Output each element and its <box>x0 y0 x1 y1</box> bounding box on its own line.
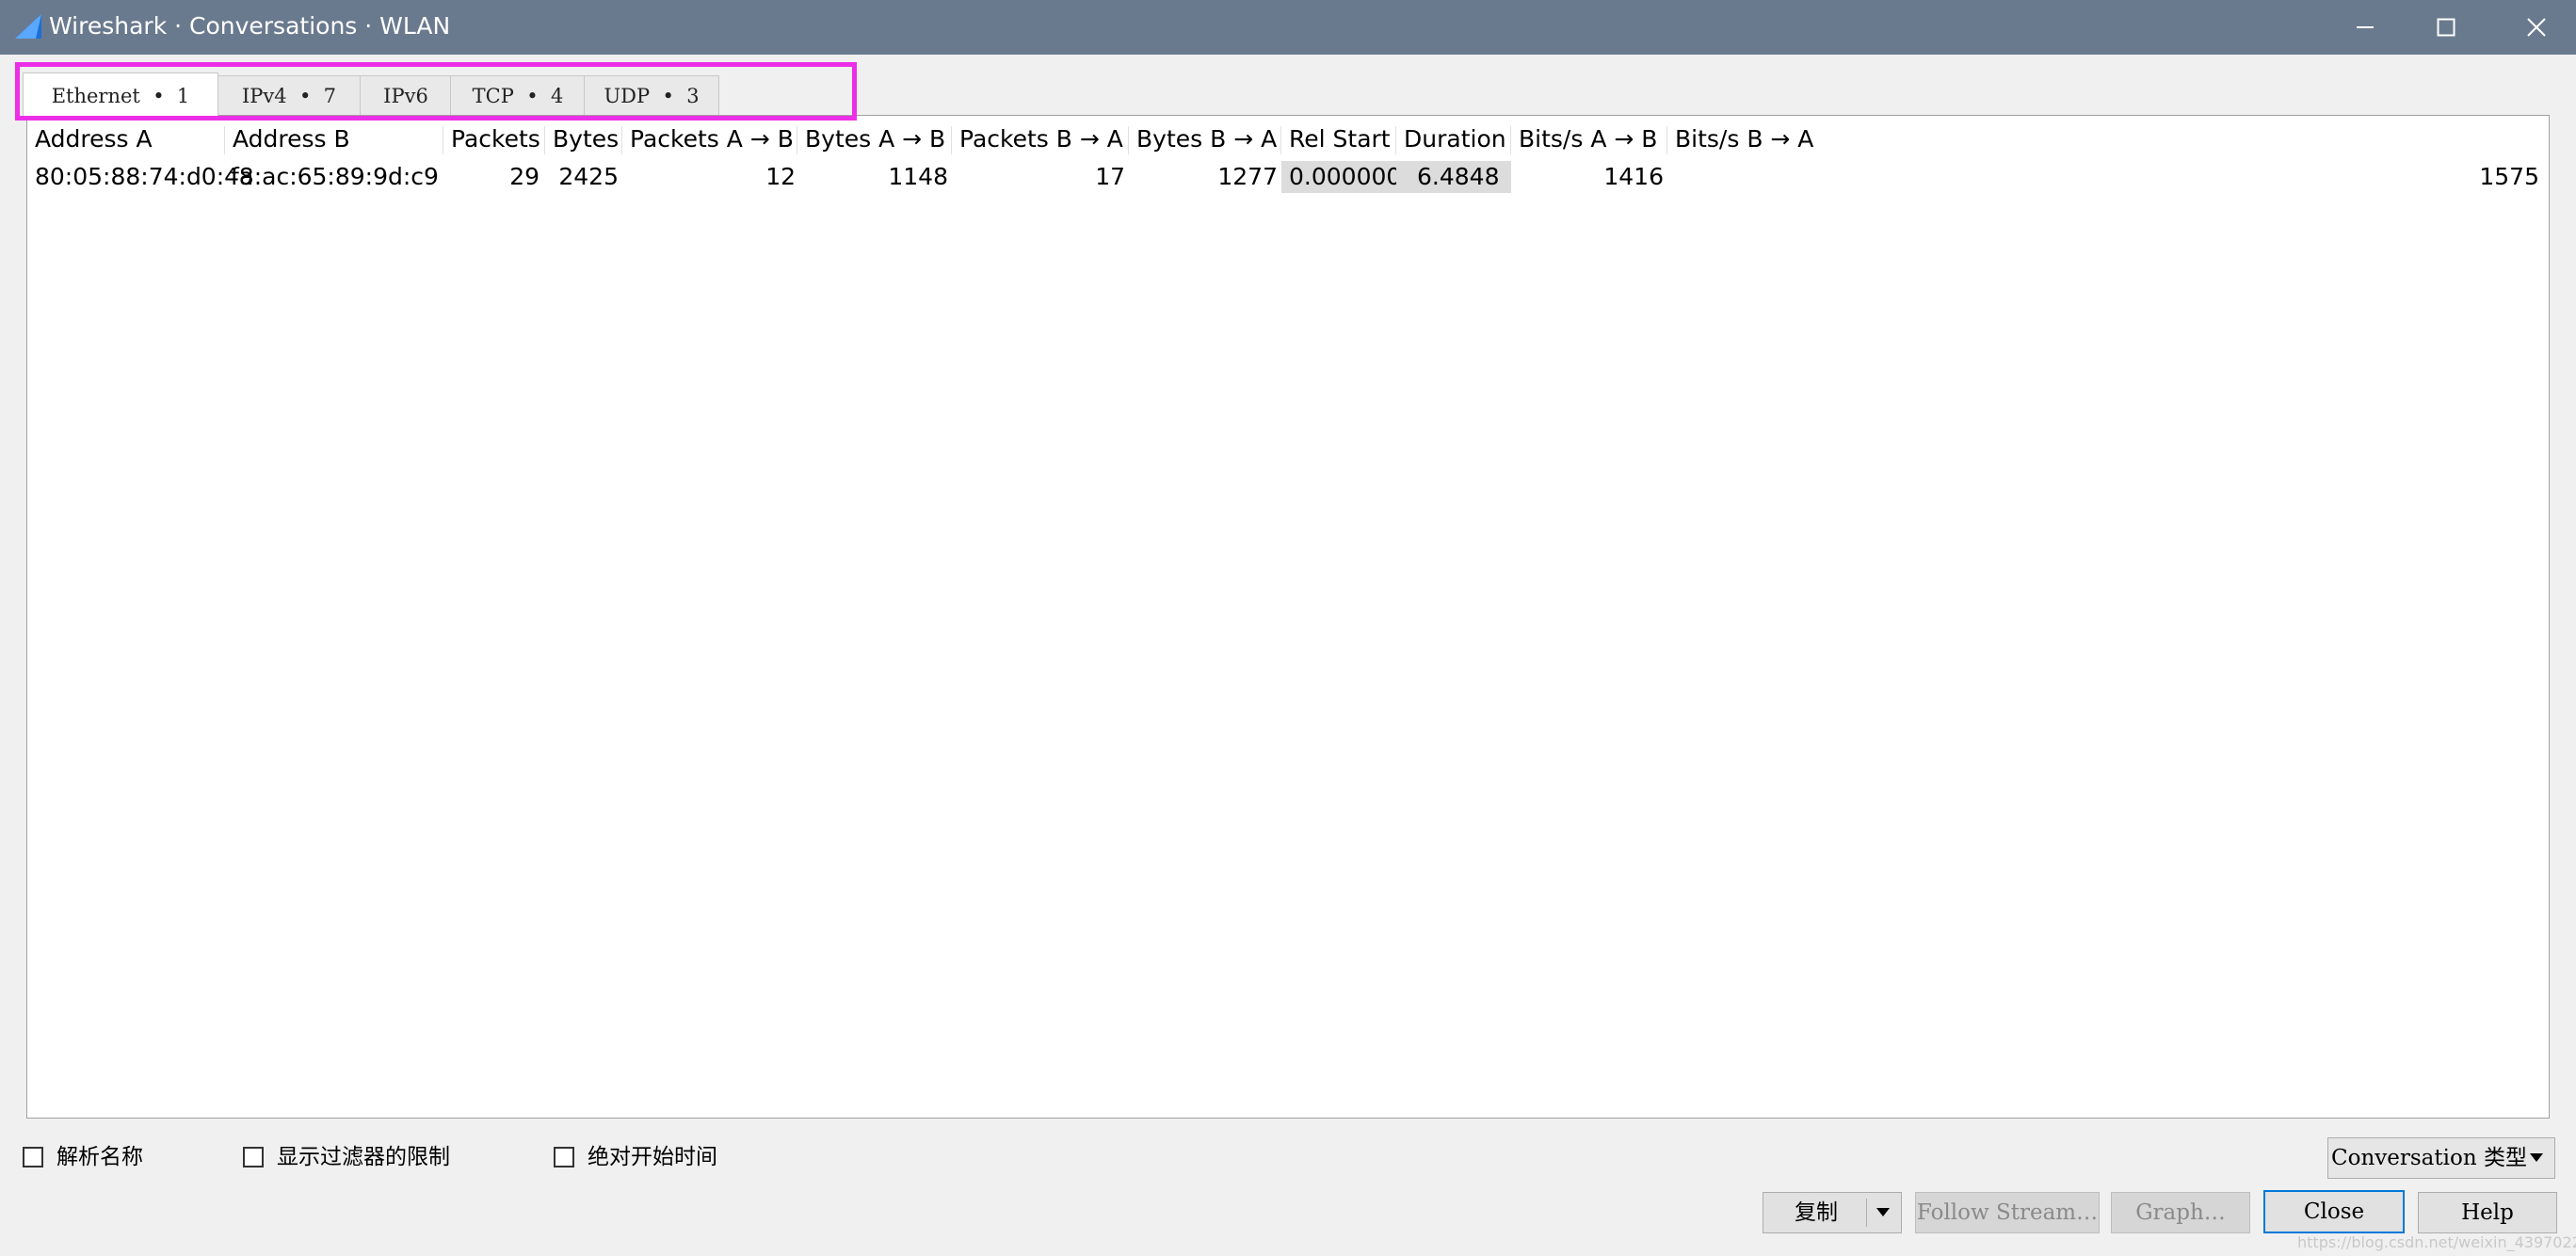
window-title: Wireshark · Conversations · WLAN <box>49 12 451 40</box>
highlight-annotation-box <box>15 62 857 121</box>
split-divider <box>1866 1199 1867 1227</box>
conversation-type-dropdown[interactable]: Conversation 类型 <box>2327 1137 2555 1179</box>
column-header-bits-b-a[interactable]: Bits/s B → A <box>1667 122 1846 156</box>
column-header-address-b[interactable]: Address B <box>225 122 443 156</box>
copy-label: 复制 <box>1795 1200 1838 1225</box>
resolve-names-label: 解析名称 <box>56 1145 143 1169</box>
column-header-label: Packets B → A <box>959 125 1123 153</box>
column-header-label: Bits/s B → A <box>1675 125 1814 153</box>
chevron-down-icon <box>2530 1153 2543 1162</box>
column-header-packets-a-b[interactable]: Packets A → B <box>622 122 797 156</box>
absolute-start-time-option[interactable]: 绝对开始时间 <box>554 1143 717 1171</box>
limit-to-filter-label: 显示过滤器的限制 <box>277 1145 450 1169</box>
column-header-label: Address B <box>233 125 350 153</box>
column-header-bytes-a-b[interactable]: Bytes A → B <box>797 122 952 156</box>
cell-bits-b-a: 1575 <box>2479 163 2539 190</box>
column-header-bytes-b-a[interactable]: Bytes B → A <box>1129 122 1281 156</box>
maximize-button[interactable] <box>2403 0 2489 55</box>
minimize-icon <box>2357 26 2374 28</box>
wireshark-fin-icon <box>15 14 41 39</box>
help-button[interactable]: Help <box>2418 1192 2557 1233</box>
column-header-packets[interactable]: Packets <box>443 122 545 156</box>
column-header-label: Bytes A → B <box>805 125 946 153</box>
column-header-bytes[interactable]: Bytes <box>545 122 622 156</box>
column-header-label: Rel Start <box>1289 125 1391 153</box>
maximize-icon <box>2437 18 2455 37</box>
close-button[interactable]: Close <box>2263 1190 2405 1233</box>
limit-to-filter-option[interactable]: 显示过滤器的限制 <box>243 1143 450 1171</box>
close-window-button[interactable] <box>2493 0 2576 55</box>
title-bar: Wireshark · Conversations · WLAN <box>0 0 2576 55</box>
column-header-address-a[interactable]: Address A <box>27 122 225 156</box>
column-header-bits-a-b[interactable]: Bits/s A → B <box>1511 122 1667 156</box>
resolve-names-checkbox[interactable] <box>23 1147 43 1167</box>
resolve-names-option[interactable]: 解析名称 <box>23 1143 143 1171</box>
copy-button[interactable]: 复制 <box>1763 1192 1902 1233</box>
column-header-label: Bits/s A → B <box>1519 125 1658 153</box>
chevron-down-icon[interactable] <box>1876 1208 1890 1216</box>
minimize-button[interactable] <box>2322 0 2408 55</box>
column-header-label: Bytes B → A <box>1136 125 1278 153</box>
column-header-label: Packets <box>451 125 540 153</box>
watermark: https://blog.csdn.net/weixin_43970228 <box>2297 1233 2576 1251</box>
column-header-label: Bytes <box>553 125 620 153</box>
absolute-start-time-label: 绝对开始时间 <box>588 1145 717 1169</box>
column-header-label: Packets A → B <box>630 125 794 153</box>
conversation-type-label: Conversation 类型 <box>2331 1146 2527 1170</box>
column-header-packets-b-a[interactable]: Packets B → A <box>952 122 1129 156</box>
close-icon <box>2527 18 2546 37</box>
column-header-label: Address A <box>35 125 153 153</box>
conversation-table[interactable]: Address A Address B Packets Bytes Packet… <box>26 115 2550 1119</box>
graph-button[interactable]: Graph… <box>2111 1192 2250 1233</box>
column-header-duration[interactable]: Duration <box>1396 122 1511 156</box>
limit-to-filter-checkbox[interactable] <box>243 1147 264 1167</box>
column-header-label: Duration <box>1404 125 1506 153</box>
follow-stream-button[interactable]: Follow Stream… <box>1915 1192 2100 1233</box>
column-header-rel-start[interactable]: Rel Start <box>1281 122 1396 156</box>
absolute-start-time-checkbox[interactable] <box>554 1147 574 1167</box>
